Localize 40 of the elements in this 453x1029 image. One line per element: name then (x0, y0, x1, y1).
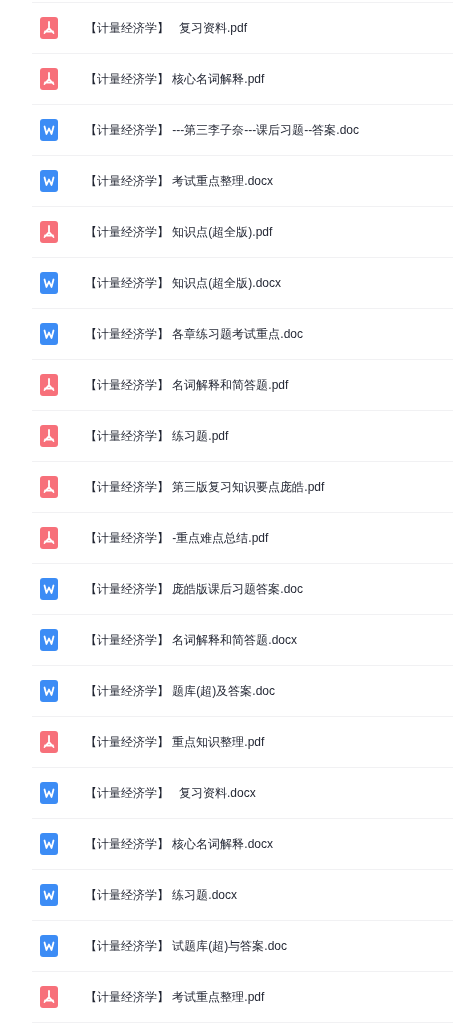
word-file-icon (40, 884, 58, 906)
word-file-icon (40, 323, 58, 345)
file-name-link[interactable]: 【计量经济学】 考试重点整理.pdf (85, 988, 265, 1006)
word-file-icon (40, 680, 58, 702)
file-name-link[interactable]: 【计量经济学】 核心名词解释.pdf (85, 70, 265, 88)
file-name-link[interactable]: 【计量经济学】 试题库(超)与答案.doc (85, 937, 287, 955)
file-name-link[interactable]: 【计量经济学】 题库(超)及答案.doc (85, 682, 275, 700)
pdf-file-icon (40, 68, 58, 90)
pdf-file-icon (40, 221, 58, 243)
pdf-file-icon (40, 17, 58, 39)
word-file-icon (40, 935, 58, 957)
pdf-file-icon (40, 425, 58, 447)
pdf-file-icon (40, 374, 58, 396)
pdf-file-icon (40, 986, 58, 1008)
file-name-link[interactable]: 【计量经济学】 考试重点整理.docx (85, 172, 273, 190)
word-file-icon (40, 119, 58, 141)
word-file-icon (40, 578, 58, 600)
word-file-icon (40, 170, 58, 192)
file-name-link[interactable]: 【计量经济学】 知识点(超全版).pdf (85, 223, 273, 241)
file-name-link[interactable]: 【计量经济学】 知识点(超全版).docx (85, 274, 281, 292)
file-name-link[interactable]: 【计量经济学】 庞皓版课后习题答案.doc (85, 580, 303, 598)
word-file-icon (40, 782, 58, 804)
file-name-link[interactable]: 【计量经济学】 复习资料.docx (85, 784, 256, 802)
file-name-link[interactable]: 【计量经济学】 第三版复习知识要点庞皓.pdf (85, 478, 325, 496)
file-name-link[interactable]: 【计量经济学】 练习题.pdf (85, 427, 229, 445)
word-file-icon (40, 272, 58, 294)
file-name-link[interactable]: 【计量经济学】 核心名词解释.docx (85, 835, 273, 853)
file-name-link[interactable]: 【计量经济学】 重点知识整理.pdf (85, 733, 265, 751)
pdf-file-icon (40, 527, 58, 549)
file-name-link[interactable]: 【计量经济学】 名词解释和简答题.docx (85, 631, 297, 649)
file-name-link[interactable]: 【计量经济学】 ---第三李子奈---课后习题--答案.doc (85, 121, 359, 139)
file-name-link[interactable]: 【计量经济学】 各章练习题考试重点.doc (85, 325, 303, 343)
file-name-link[interactable]: 【计量经济学】 练习题.docx (85, 886, 237, 904)
file-name-link[interactable]: 【计量经济学】 名词解释和简答题.pdf (85, 376, 289, 394)
pdf-file-icon (40, 476, 58, 498)
file-name-link[interactable]: 【计量经济学】 复习资料.pdf (85, 19, 248, 37)
pdf-file-icon (40, 731, 58, 753)
word-file-icon (40, 629, 58, 651)
file-name-link[interactable]: 【计量经济学】 -重点难点总结.pdf (85, 529, 269, 547)
word-file-icon (40, 833, 58, 855)
